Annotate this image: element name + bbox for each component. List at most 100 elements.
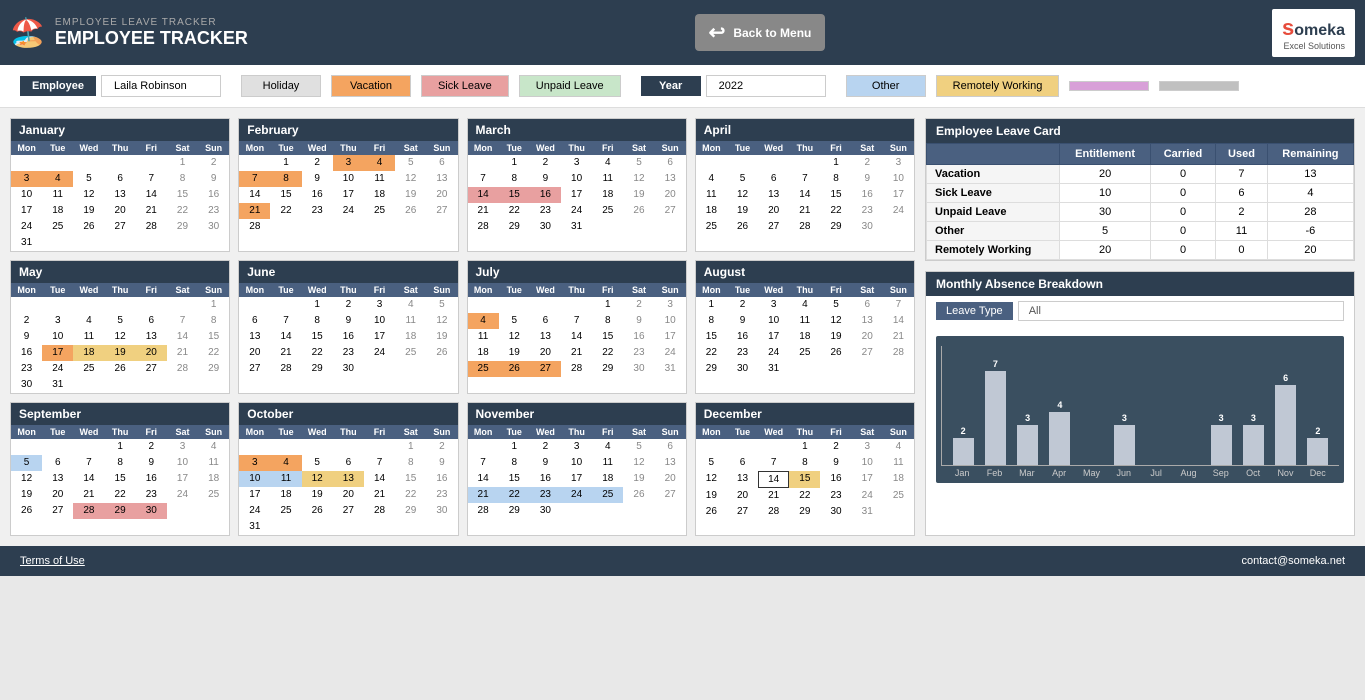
chart-x-label: Nov <box>1269 468 1301 478</box>
december-header: December <box>696 403 914 425</box>
december-grid: Mon Tue Wed Thu Fri Sat Sun 1 2 3 4 5 6 <box>696 425 914 520</box>
chart-x-label: Apr <box>1043 468 1075 478</box>
september-grid: Mon Tue Wed Thu Fri Sat Sun 1 2 3 4 5 6 <box>11 425 229 519</box>
legend-sickleave: Sick Leave <box>421 75 509 97</box>
legend-extra1 <box>1069 81 1149 91</box>
august-grid: Mon Tue Wed Thu Fri Sat Sun 1 2 3 4 5 6 … <box>696 283 914 377</box>
row-entitlement: 20 <box>1060 241 1150 260</box>
logo-tagline: Excel Solutions <box>1282 41 1345 51</box>
table-row: Remotely Working 20 0 0 20 <box>927 241 1354 260</box>
chart-bar-group: 2 <box>947 355 979 465</box>
day-header-fri: Fri <box>136 141 167 155</box>
row-remaining: 20 <box>1267 241 1353 260</box>
bar-value-label: 6 <box>1283 373 1288 383</box>
employee-leave-card: Employee Leave Card Entitlement Carried … <box>925 118 1355 261</box>
back-to-menu-button[interactable]: ↩ Back to Menu <box>695 14 826 51</box>
day-header-tue: Tue <box>42 141 73 155</box>
row-remaining: 28 <box>1267 203 1353 222</box>
april-header: April <box>696 119 914 141</box>
someka-logo: someka Excel Solutions <box>1272 9 1355 57</box>
day-header-mon: Mon <box>11 141 42 155</box>
chart-bar-group <box>1173 355 1205 465</box>
back-button-label: Back to Menu <box>733 26 811 40</box>
chart-x-label: Feb <box>978 468 1010 478</box>
leave-card-title: Employee Leave Card <box>926 119 1354 143</box>
chart-bar <box>1017 425 1038 465</box>
chart-bar <box>1049 412 1070 465</box>
main-content: January Mon Tue Wed Thu Fri Sat Sun 1 2 <box>0 108 1365 546</box>
terms-of-use-link[interactable]: Terms of Use <box>20 555 85 567</box>
chart-x-label: Jul <box>1140 468 1172 478</box>
february-grid: Mon Tue Wed Thu Fri Sat Sun 1 2 3 4 5 6 … <box>239 141 457 235</box>
chart-bar-group: 3 <box>1237 355 1269 465</box>
june-grid: Mon Tue Wed Thu Fri Sat Sun 1 2 3 4 5 6 … <box>239 283 457 377</box>
calendar-march: March Mon Tue Wed Thu Fri Sat Sun 1 2 3 … <box>467 118 687 252</box>
col-used: Used <box>1216 144 1268 165</box>
leave-type-label: Leave Type <box>936 302 1013 320</box>
july-grid: Mon Tue Wed Thu Fri Sat Sun 1 2 3 4 5 <box>468 283 686 377</box>
row-carried: 0 <box>1150 165 1215 184</box>
beach-icon: 🏖️ <box>10 16 45 49</box>
day-header-sat: Sat <box>167 141 198 155</box>
chart-bar-group: 6 <box>1270 355 1302 465</box>
chart-x-label: Jan <box>946 468 978 478</box>
bar-value-label: 3 <box>1025 413 1030 423</box>
day-header-thu: Thu <box>105 141 136 155</box>
august-header: August <box>696 261 914 283</box>
row-carried: 0 <box>1150 184 1215 203</box>
year-label: Year <box>641 76 701 96</box>
monthly-breakdown-card: Monthly Absence Breakdown Leave Type All… <box>925 271 1355 536</box>
chart-bar <box>1114 425 1135 465</box>
logo-omeka: omeka <box>1294 22 1345 39</box>
january-grid: Mon Tue Wed Thu Fri Sat Sun 1 2 3 4 <box>11 141 229 251</box>
may-header: May <box>11 261 229 283</box>
row-used: 2 <box>1216 203 1268 222</box>
row-entitlement: 10 <box>1060 184 1150 203</box>
chart-bar-group: 3 <box>1012 355 1044 465</box>
calendar-february: February Mon Tue Wed Thu Fri Sat Sun 1 2… <box>238 118 458 252</box>
right-panel: Employee Leave Card Entitlement Carried … <box>925 118 1355 536</box>
october-grid: Mon Tue Wed Thu Fri Sat Sun 1 2 3 4 <box>239 425 457 535</box>
chart-bar <box>985 371 1006 465</box>
calendar-june: June Mon Tue Wed Thu Fri Sat Sun 1 2 3 4… <box>238 260 458 394</box>
march-grid: Mon Tue Wed Thu Fri Sat Sun 1 2 3 4 5 6 … <box>468 141 686 235</box>
november-grid: Mon Tue Wed Thu Fri Sat Sun 1 2 3 4 5 6 … <box>468 425 686 519</box>
leave-card-table: Entitlement Carried Used Remaining Vacat… <box>926 143 1354 260</box>
legend-remotely: Remotely Working <box>936 75 1060 97</box>
chart-bar <box>953 438 974 465</box>
april-grid: Mon Tue Wed Thu Fri Sat Sun 1 2 3 4 5 <box>696 141 914 235</box>
bar-value-label: 7 <box>993 359 998 369</box>
calendar-october: October Mon Tue Wed Thu Fri Sat Sun 1 2 <box>238 402 458 536</box>
header-titles: EMPLOYEE LEAVE TRACKER EMPLOYEE TRACKER <box>55 17 248 49</box>
row-remaining: 4 <box>1267 184 1353 203</box>
logo-s: s <box>1282 15 1294 40</box>
leave-type-value[interactable]: All <box>1018 301 1344 321</box>
employee-control: Employee Laila Robinson <box>20 75 221 97</box>
day-header-sun: Sun <box>198 141 229 155</box>
chart-bar <box>1243 425 1264 465</box>
table-row: Other 5 0 11 -6 <box>927 222 1354 241</box>
row-remaining: 13 <box>1267 165 1353 184</box>
row-carried: 0 <box>1150 241 1215 260</box>
bar-value-label: 3 <box>1251 413 1256 423</box>
employee-value[interactable]: Laila Robinson <box>101 75 221 97</box>
chart-x-label: Sep <box>1205 468 1237 478</box>
year-control: Year 2022 <box>641 75 826 97</box>
row-carried: 0 <box>1150 203 1215 222</box>
calendar-may: May Mon Tue Wed Thu Fri Sat Sun 1 2 <box>10 260 230 394</box>
calendar-november: November Mon Tue Wed Thu Fri Sat Sun 1 2… <box>467 402 687 536</box>
footer-email: contact@someka.net <box>1242 555 1346 567</box>
row-type: Unpaid Leave <box>927 203 1060 222</box>
calendar-april: April Mon Tue Wed Thu Fri Sat Sun 1 2 3 <box>695 118 915 252</box>
row-entitlement: 5 <box>1060 222 1150 241</box>
chart-x-label: Aug <box>1172 468 1204 478</box>
november-header: November <box>468 403 686 425</box>
row-type: Sick Leave <box>927 184 1060 203</box>
row-type: Other <box>927 222 1060 241</box>
row-used: 6 <box>1216 184 1268 203</box>
year-value[interactable]: 2022 <box>706 75 826 97</box>
legend-row1: Holiday Vacation Sick Leave Unpaid Leave <box>241 75 621 97</box>
calendar-august: August Mon Tue Wed Thu Fri Sat Sun 1 2 3… <box>695 260 915 394</box>
chart-bar-group: 7 <box>979 355 1011 465</box>
app-header: 🏖️ EMPLOYEE LEAVE TRACKER EMPLOYEE TRACK… <box>0 0 1365 65</box>
